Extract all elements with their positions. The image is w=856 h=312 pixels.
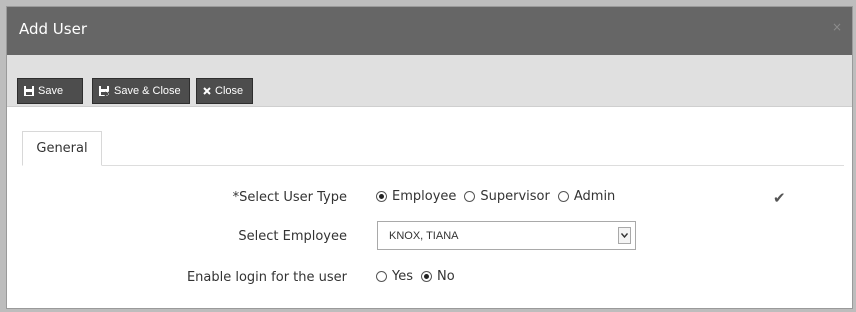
employee-label: Select Employee	[238, 229, 347, 244]
dialog-close-icon[interactable]: ×	[832, 20, 842, 34]
tab-general[interactable]: General	[22, 131, 102, 166]
user-type-label: *Select User Type	[7, 190, 347, 205]
radio-no-circle[interactable]	[421, 271, 432, 282]
x-icon	[203, 87, 211, 95]
radio-supervisor[interactable]: Supervisor	[464, 189, 550, 204]
radio-selected-dot	[424, 274, 429, 279]
dialog-toolbar: Save Save & Close Close	[7, 55, 852, 107]
dialog-content: General *Select User Type Employee Super…	[7, 107, 852, 308]
tab-general-label: General	[36, 141, 88, 156]
radio-selected-dot	[379, 194, 384, 199]
floppy-disk-icon	[24, 86, 34, 96]
enable-login-radio-group: Yes No	[376, 269, 463, 284]
radio-supervisor-circle[interactable]	[464, 191, 476, 202]
checkmark-icon: ✔	[773, 189, 786, 207]
radio-admin-circle[interactable]	[557, 191, 569, 202]
tab-strip-divider	[22, 165, 844, 166]
radio-supervisor-label: Supervisor	[480, 189, 550, 204]
enable-login-label: Enable login for the user	[186, 270, 347, 285]
save-close-button-label: Save & Close	[114, 85, 181, 97]
user-type-radio-group: Employee Supervisor Admin	[376, 189, 623, 204]
radio-employee-circle[interactable]	[376, 191, 387, 202]
close-button-label: Close	[215, 85, 244, 97]
radio-no-label: No	[437, 269, 455, 284]
chevron-down-icon[interactable]	[618, 227, 631, 244]
floppy-disk-close-icon	[99, 86, 110, 96]
save-button[interactable]: Save	[17, 78, 83, 104]
dialog-title: Add User	[19, 20, 87, 38]
radio-admin[interactable]: Admin	[557, 189, 616, 204]
user-type-label-text: Select User Type	[239, 190, 347, 205]
radio-employee[interactable]: Employee	[376, 189, 456, 204]
radio-no[interactable]: No	[421, 269, 455, 284]
radio-admin-label: Admin	[573, 189, 616, 204]
radio-yes[interactable]: Yes	[376, 269, 413, 284]
close-button[interactable]: Close	[196, 78, 253, 104]
radio-yes-label: Yes	[392, 269, 413, 284]
add-user-dialog: Add User × Save Save & Close Close Gener…	[6, 6, 853, 309]
save-button-label: Save	[38, 85, 64, 97]
employee-select[interactable]: KNOX, TIANA	[377, 221, 636, 250]
radio-yes-circle[interactable]	[376, 271, 387, 282]
radio-employee-label: Employee	[392, 189, 457, 204]
employee-select-value: KNOX, TIANA	[389, 229, 459, 242]
dialog-titlebar: Add User ×	[7, 7, 852, 55]
save-close-button[interactable]: Save & Close	[92, 78, 190, 104]
